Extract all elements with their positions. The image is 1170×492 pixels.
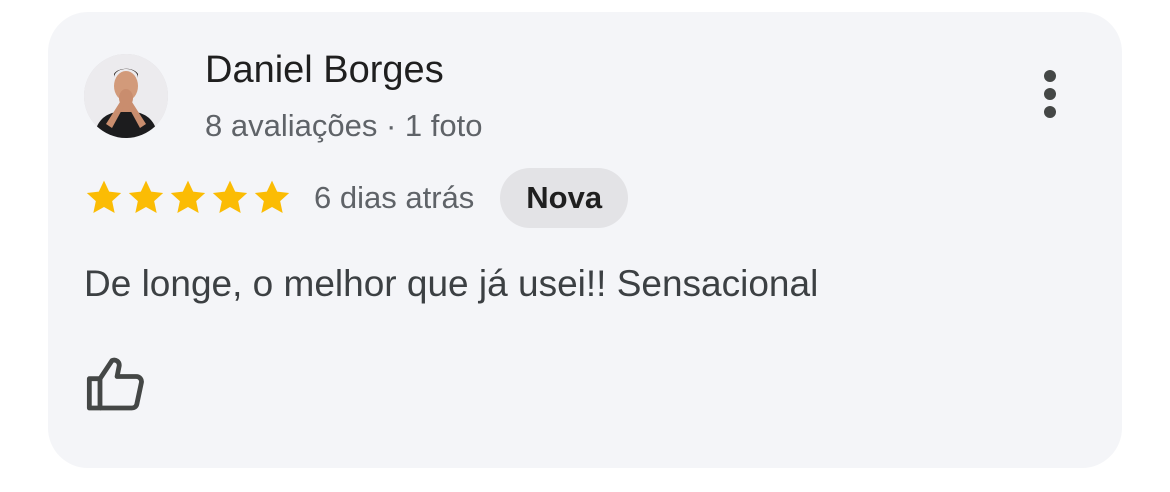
author-meta: 8 avaliações · 1 foto bbox=[205, 108, 483, 143]
author-name[interactable]: Daniel Borges bbox=[205, 48, 444, 92]
star-icon bbox=[128, 180, 164, 213]
star-icon bbox=[170, 180, 206, 213]
like-button[interactable] bbox=[84, 352, 148, 416]
new-badge: Nova bbox=[500, 168, 629, 228]
star-icon bbox=[254, 180, 290, 213]
avatar[interactable] bbox=[84, 54, 168, 138]
person-photo-icon bbox=[84, 54, 168, 138]
more-vertical-icon-dot bbox=[1044, 88, 1056, 100]
review-card: Daniel Borges 8 avaliações · 1 foto 6 di… bbox=[48, 12, 1122, 468]
rating-row: 6 dias atrás Nova bbox=[84, 168, 629, 228]
thumbs-up-icon bbox=[86, 357, 144, 411]
more-vertical-icon bbox=[1044, 70, 1056, 82]
review-date: 6 dias atrás bbox=[314, 180, 475, 215]
more-options-button[interactable] bbox=[1028, 64, 1072, 124]
star-icon bbox=[212, 180, 248, 213]
star-rating bbox=[84, 178, 292, 218]
more-vertical-icon-dot bbox=[1044, 106, 1056, 118]
star-icon bbox=[86, 180, 122, 213]
review-text: De longe, o melhor que já usei!! Sensaci… bbox=[84, 263, 819, 304]
